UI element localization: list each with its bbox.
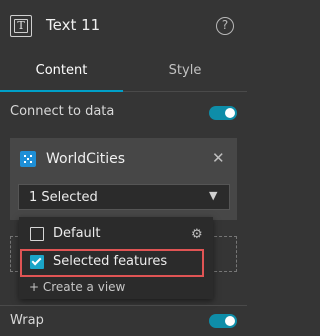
feature-layer-icon bbox=[20, 151, 36, 167]
text-widget-icon: T bbox=[10, 15, 32, 37]
icon-dot bbox=[24, 161, 26, 163]
tab-style[interactable]: Style bbox=[123, 52, 247, 92]
connect-to-data-toggle[interactable] bbox=[209, 106, 237, 120]
create-view-link[interactable]: + Create a view bbox=[29, 280, 125, 294]
selection-value: 1 Selected bbox=[29, 190, 98, 205]
connect-to-data-label: Connect to data bbox=[10, 104, 115, 119]
gear-icon[interactable]: ⚙ bbox=[191, 227, 203, 242]
widget-header: T Text 11 ? bbox=[0, 0, 247, 52]
selection-dropdown[interactable]: 1 Selected ▼ bbox=[18, 184, 230, 210]
toggle-knob bbox=[225, 316, 235, 326]
toggle-knob bbox=[225, 108, 235, 118]
option-default-label: Default bbox=[53, 226, 101, 241]
close-icon[interactable]: ✕ bbox=[212, 150, 225, 166]
icon-dot bbox=[30, 155, 32, 157]
text-widget-glyph: T bbox=[14, 19, 28, 33]
tab-content[interactable]: Content bbox=[0, 52, 123, 92]
icon-dot bbox=[27, 158, 29, 160]
option-default[interactable]: Default ⚙ bbox=[19, 223, 213, 245]
highlight-annotation bbox=[20, 249, 204, 277]
data-source-card: WorldCities ✕ 1 Selected ▼ bbox=[10, 138, 237, 220]
help-icon[interactable]: ? bbox=[216, 17, 234, 35]
chevron-down-icon: ▼ bbox=[209, 189, 218, 202]
wrap-label: Wrap bbox=[10, 313, 44, 328]
widget-title: Text 11 bbox=[46, 16, 101, 34]
icon-dot bbox=[24, 155, 26, 157]
wrap-toggle[interactable] bbox=[209, 314, 237, 328]
default-checkbox[interactable] bbox=[30, 227, 44, 241]
data-source-name: WorldCities bbox=[46, 151, 126, 167]
icon-dot bbox=[30, 161, 32, 163]
section-divider bbox=[0, 305, 247, 306]
